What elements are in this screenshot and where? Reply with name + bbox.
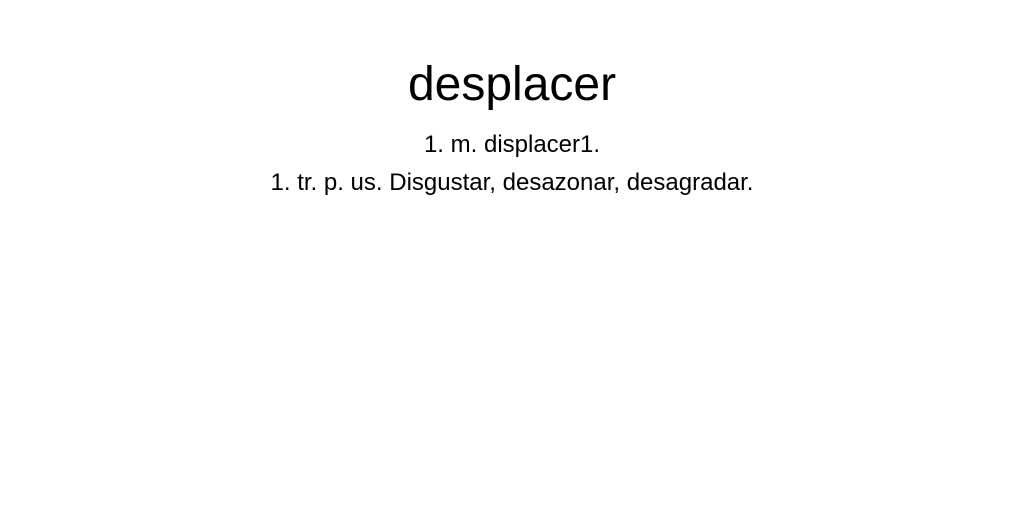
dictionary-entry: desplacer 1. m. displacer1. 1. tr. p. us… — [0, 0, 1024, 512]
definition-noun: 1. m. displacer1. — [423, 131, 601, 158]
definition-verb: 1. tr. p. us. Disgustar, desazonar, desa… — [270, 169, 754, 196]
entry-headword: desplacer — [407, 58, 617, 111]
